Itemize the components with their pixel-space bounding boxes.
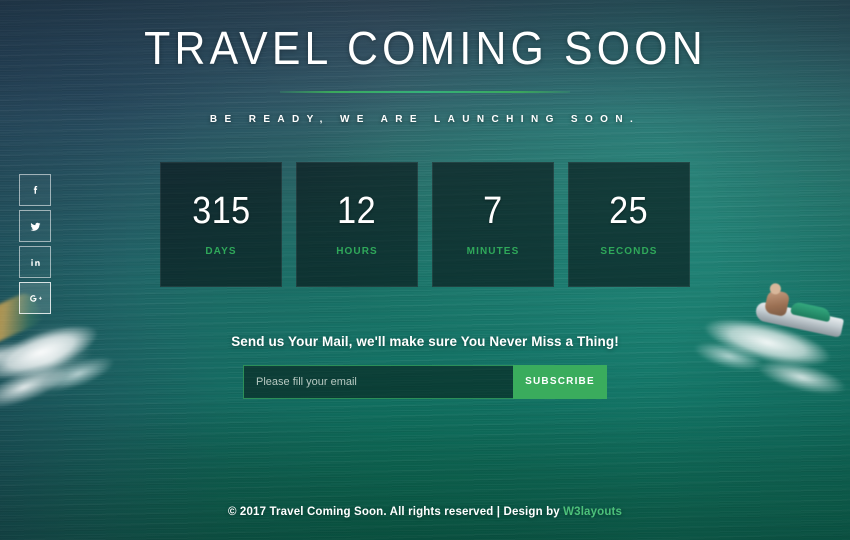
page-title: TRAVEL COMING SOON xyxy=(143,22,707,74)
countdown-minutes-label: MINUTES xyxy=(466,245,520,257)
social-link-twitter[interactable] xyxy=(19,210,51,242)
social-link-facebook[interactable] xyxy=(19,174,51,206)
email-input[interactable] xyxy=(243,364,513,399)
subscribe-button[interactable]: SUBSCRIBE xyxy=(513,364,607,399)
countdown-unit-minutes: 7 MINUTES xyxy=(432,161,554,287)
countdown-hours-value: 12 xyxy=(337,189,377,232)
social-link-linkedin[interactable] xyxy=(19,246,51,278)
subscribe-form: SUBSCRIBE xyxy=(243,364,607,399)
google-plus-icon xyxy=(28,291,43,306)
countdown-seconds-value: 25 xyxy=(609,189,649,232)
title-divider xyxy=(280,90,570,93)
countdown-timer: 315 DAYS 12 HOURS 7 MINUTES 25 SECONDS xyxy=(160,161,690,287)
coming-soon-page: TRAVEL COMING SOON BE READY, WE ARE LAUN… xyxy=(0,0,850,540)
countdown-minutes-value: 7 xyxy=(483,189,503,232)
countdown-days-label: DAYS xyxy=(205,245,237,257)
countdown-unit-hours: 12 HOURS xyxy=(296,161,418,287)
footer-copyright: © 2017 Travel Coming Soon. All rights re… xyxy=(227,506,564,518)
main-content: TRAVEL COMING SOON BE READY, WE ARE LAUN… xyxy=(0,0,850,540)
countdown-days-value: 315 xyxy=(191,189,251,232)
social-link-googleplus[interactable] xyxy=(19,282,51,314)
facebook-icon xyxy=(29,184,42,197)
footer-brand-link[interactable]: W3layouts xyxy=(563,506,622,518)
subscribe-heading: Send us Your Mail, we'll make sure You N… xyxy=(231,333,619,349)
countdown-seconds-label: SECONDS xyxy=(600,245,658,257)
page-subtitle: BE READY, WE ARE LAUNCHING SOON. xyxy=(209,113,641,125)
countdown-unit-days: 315 DAYS xyxy=(160,161,282,287)
footer: © 2017 Travel Coming Soon. All rights re… xyxy=(0,506,850,518)
twitter-icon xyxy=(28,219,43,234)
linkedin-icon xyxy=(29,256,42,269)
social-links xyxy=(19,174,51,314)
countdown-unit-seconds: 25 SECONDS xyxy=(568,161,690,287)
countdown-hours-label: HOURS xyxy=(336,245,378,257)
